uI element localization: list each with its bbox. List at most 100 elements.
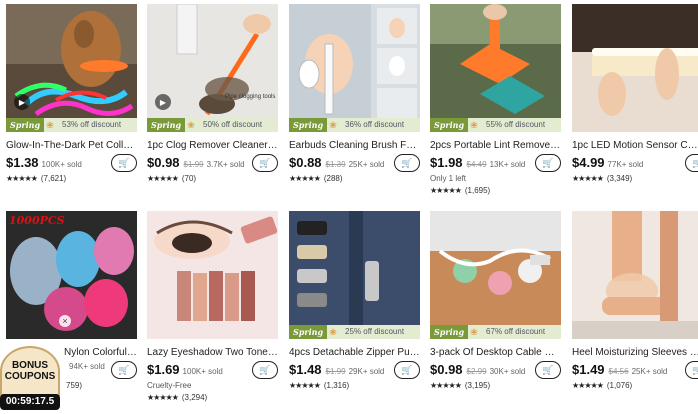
add-to-cart-button[interactable]: 🛒 bbox=[535, 154, 561, 172]
add-to-cart-button[interactable]: 🛒 bbox=[685, 154, 698, 172]
star-rating: ★★★★★ bbox=[572, 174, 604, 183]
product-card-clog-remover[interactable]: ▶ Pipe clogging tools Spring ❀ 50% off d… bbox=[147, 4, 278, 204]
product-row: 1000PCS × Nylon Colorful ... 94K+ sold 🛒… bbox=[6, 211, 698, 411]
price-row: $1.49 $4.56 25K+ sold bbox=[572, 362, 698, 378]
cart-plus-icon: 🛒 bbox=[259, 364, 271, 375]
bonus-label: BONUS bbox=[11, 360, 49, 371]
product-card-lint-remover[interactable]: Spring ❀ 55% off discount 2pcs Portable … bbox=[430, 4, 561, 204]
discount-text: 53% off discount bbox=[56, 118, 137, 132]
spring-badge: Spring bbox=[6, 118, 45, 132]
rating: ★★★★★ (1,316) bbox=[289, 381, 349, 390]
countdown-timer: 00:59:17.5 bbox=[0, 394, 60, 410]
review-count: (7,621) bbox=[40, 174, 67, 183]
product-image[interactable]: ▶ Spring ❀ 53% off discount bbox=[6, 4, 137, 132]
product-card-pet-collar[interactable]: ▶ Spring ❀ 53% off discount Glow-In-The-… bbox=[6, 4, 137, 204]
product-image[interactable] bbox=[572, 4, 698, 132]
product-image[interactable]: 1000PCS × bbox=[6, 211, 137, 339]
close-icon[interactable]: × bbox=[59, 315, 71, 327]
star-rating: ★★★★★ bbox=[289, 381, 321, 390]
product-card-heel-sleeves[interactable]: Heel Moisturizing Sleeves 1 ... $1.49 $4… bbox=[572, 211, 698, 411]
discount-text: 55% off discount bbox=[480, 118, 561, 132]
rating: ★★★★★ (3,294) bbox=[147, 393, 207, 402]
add-to-cart-button[interactable]: 🛒 bbox=[394, 361, 420, 379]
product-title[interactable]: 3-pack Of Desktop Cable Ma... bbox=[430, 347, 561, 358]
product-card-eyeshadow[interactable]: Lazy Eyeshadow Two Tone Gr... $1.69 100K… bbox=[147, 211, 278, 411]
image-label: Pipe clogging tools bbox=[225, 94, 276, 100]
sold-count: 25K+ sold bbox=[631, 367, 668, 376]
review-count: (3,349) bbox=[606, 174, 633, 183]
discount-text: 50% off discount bbox=[197, 118, 278, 132]
add-to-cart-button[interactable]: 🛒 bbox=[252, 154, 278, 172]
product-title[interactable]: Earbuds Cleaning Brush For A... bbox=[289, 140, 420, 151]
rating: ★★★★★ (1,076) bbox=[572, 381, 632, 390]
product-title[interactable]: 2pcs Portable Lint Remover, F... bbox=[430, 140, 561, 151]
product-image[interactable] bbox=[147, 211, 278, 339]
bonus-coupons-widget[interactable]: BONUS COUPONS 00:59:17.5 bbox=[0, 346, 60, 414]
price: $1.38 bbox=[6, 155, 39, 170]
review-count: (1,695) bbox=[464, 186, 491, 195]
flower-icon: ❀ bbox=[468, 325, 481, 339]
product-card-cable-clips[interactable]: Spring ❀ 67% off discount 3-pack Of Desk… bbox=[430, 211, 561, 411]
sold-count: 25K+ sold bbox=[348, 160, 385, 169]
add-to-cart-button[interactable]: 🛒 bbox=[535, 361, 561, 379]
product-title[interactable]: Glow-In-The-Dark Pet Collar ... bbox=[6, 140, 137, 151]
add-to-cart-button[interactable]: 🛒 bbox=[111, 361, 137, 379]
rating: 759) bbox=[66, 381, 82, 390]
discount-banner: Spring ❀ 67% off discount bbox=[430, 325, 561, 339]
flower-icon: ❀ bbox=[327, 325, 340, 339]
play-video-icon[interactable]: ▶ bbox=[155, 94, 171, 110]
product-image[interactable]: Spring ❀ 25% off discount bbox=[289, 211, 420, 339]
sold-count: 3.7K+ sold bbox=[206, 160, 245, 169]
rating: ★★★★★ (7,621) bbox=[6, 174, 66, 183]
flower-icon: ❀ bbox=[327, 118, 340, 132]
product-image[interactable]: Spring ❀ 36% off discount bbox=[289, 4, 420, 132]
product-image[interactable] bbox=[572, 211, 698, 339]
price: $0.98 bbox=[147, 155, 180, 170]
add-to-cart-button[interactable]: 🛒 bbox=[111, 154, 137, 172]
product-image[interactable]: Spring ❀ 67% off discount bbox=[430, 211, 561, 339]
product-card-led-light[interactable]: 1pc LED Motion Sensor Cabi... $4.99 77K+… bbox=[572, 4, 698, 204]
add-to-cart-button[interactable]: 🛒 bbox=[394, 154, 420, 172]
cart-plus-icon: 🛒 bbox=[118, 157, 130, 168]
add-to-cart-button[interactable]: 🛒 bbox=[685, 361, 698, 379]
review-count: (1,076) bbox=[606, 381, 633, 390]
discount-banner: Spring ❀ 25% off discount bbox=[289, 325, 420, 339]
product-image[interactable]: Spring ❀ 55% off discount bbox=[430, 4, 561, 132]
product-title[interactable]: 4pcs Detachable Zipper Pull, ... bbox=[289, 347, 420, 358]
play-video-icon[interactable]: ▶ bbox=[14, 94, 30, 110]
image-label: 1000PCS bbox=[9, 214, 65, 227]
product-title[interactable]: Heel Moisturizing Sleeves 1 ... bbox=[572, 347, 698, 358]
add-to-cart-button[interactable]: 🛒 bbox=[252, 361, 278, 379]
discount-text: 25% off discount bbox=[339, 325, 420, 339]
price: $0.88 bbox=[289, 155, 322, 170]
product-title[interactable]: 1pc Clog Remover Cleaner To... bbox=[147, 140, 278, 151]
bonus-coupons-badge[interactable]: BONUS COUPONS bbox=[0, 346, 60, 396]
spring-badge: Spring bbox=[430, 118, 469, 132]
review-count: (288) bbox=[323, 174, 343, 183]
price: $1.69 bbox=[147, 362, 180, 377]
discount-banner: Spring ❀ 50% off discount bbox=[147, 118, 278, 132]
sold-count: 100K+ sold bbox=[182, 367, 223, 376]
rating: ★★★★★ (70) bbox=[147, 174, 196, 183]
discount-banner: Spring ❀ 53% off discount bbox=[6, 118, 137, 132]
original-price: $1.39 bbox=[325, 160, 346, 169]
original-price: $1.99 bbox=[183, 160, 204, 169]
spring-badge: Spring bbox=[147, 118, 186, 132]
sold-count: 29K+ sold bbox=[348, 367, 385, 376]
cart-plus-icon: 🛒 bbox=[542, 364, 554, 375]
product-title[interactable]: Lazy Eyeshadow Two Tone Gr... bbox=[147, 347, 278, 358]
product-card-zipper-pull[interactable]: Spring ❀ 25% off discount 4pcs Detachabl… bbox=[289, 211, 420, 411]
product-tag: Cruelty-Free bbox=[147, 381, 192, 390]
review-count: (1,316) bbox=[323, 381, 350, 390]
review-count: (3,195) bbox=[464, 381, 491, 390]
flower-icon: ❀ bbox=[44, 118, 57, 132]
cart-plus-icon: 🛒 bbox=[259, 157, 271, 168]
product-card-earbuds-brush[interactable]: Spring ❀ 36% off discount Earbuds Cleani… bbox=[289, 4, 420, 204]
cart-plus-icon: 🛒 bbox=[542, 157, 554, 168]
spring-badge: Spring bbox=[289, 118, 328, 132]
discount-banner: Spring ❀ 36% off discount bbox=[289, 118, 420, 132]
product-title[interactable]: 1pc LED Motion Sensor Cabi... bbox=[572, 140, 698, 151]
rating: ★★★★★ (3,349) bbox=[572, 174, 632, 183]
cart-plus-icon: 🛒 bbox=[401, 157, 413, 168]
product-image[interactable]: ▶ Pipe clogging tools Spring ❀ 50% off d… bbox=[147, 4, 278, 132]
